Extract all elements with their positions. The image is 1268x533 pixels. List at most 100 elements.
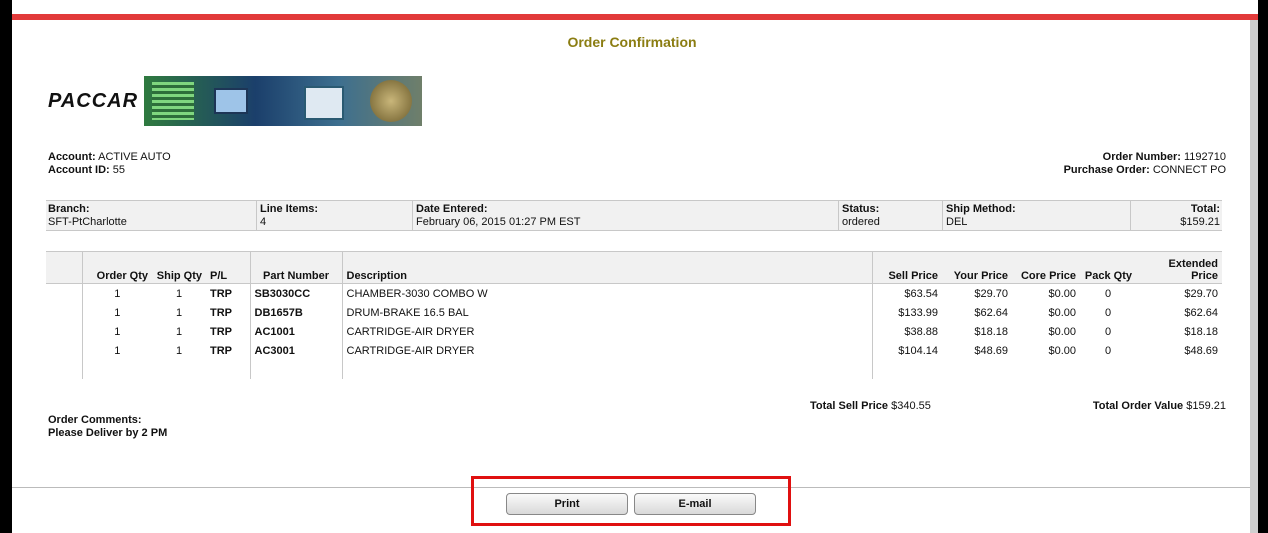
vertical-scrollbar[interactable]	[1250, 20, 1258, 533]
status-value: ordered	[842, 216, 880, 228]
pl-cell: TRP	[206, 283, 251, 303]
status-cell: Status: ordered	[842, 203, 880, 229]
table-row: 1 1 TRP AC1001 CARTRIDGE-AIR DRYER $38.8…	[46, 322, 1222, 341]
total-sell-label: Total Sell Price	[810, 400, 889, 412]
part-number-cell: DB1657B	[250, 303, 343, 322]
order-info: Order Number: 1192710 Purchase Order: CO…	[1064, 151, 1226, 177]
order-number-label: Order Number:	[1102, 151, 1181, 163]
your-price-cell: $29.70	[974, 287, 1008, 300]
branch-value: SFT-PtCharlotte	[48, 216, 127, 228]
date-entered-value: February 06, 2015 01:27 PM EST	[416, 216, 581, 228]
account-info: Account: ACTIVE AUTO Account ID: 55	[48, 151, 171, 177]
line-items-table: Order Qty Ship Qty P/L Part Number Descr…	[46, 251, 1222, 379]
description-cell: CHAMBER-3030 COMBO W	[342, 283, 873, 303]
sell-price-cell: $133.99	[898, 306, 938, 319]
account-id-label: Account ID:	[48, 164, 110, 176]
header-core-price: Core Price	[1012, 252, 1080, 284]
line-items-cell: Line Items: 4	[260, 203, 318, 229]
header-extended-price: Extended Price	[1136, 252, 1222, 284]
header-part-number: Part Number	[250, 252, 343, 284]
paccar-logo: PACCAR	[46, 76, 426, 126]
order-number-value: 1192710	[1183, 151, 1226, 163]
ship-qty-cell: 1	[175, 344, 183, 357]
branch-cell: Branch: SFT-PtCharlotte	[48, 203, 127, 229]
table-row: 1 1 TRP DB1657B DRUM-BRAKE 16.5 BAL $133…	[46, 303, 1222, 322]
ship-method-label: Ship Method:	[946, 203, 1016, 215]
order-summary-bar: Branch: SFT-PtCharlotte Line Items: 4 Da…	[46, 200, 1222, 231]
order-comments: Order Comments: Please Deliver by 2 PM	[48, 414, 167, 440]
header-order-qty: Order Qty	[82, 252, 152, 284]
line-items-value: 4	[260, 216, 267, 228]
total-order-value-label: Total Order Value	[1092, 400, 1184, 412]
header-sell-price: Sell Price	[872, 252, 942, 284]
header-ship-qty: Ship Qty	[152, 252, 206, 284]
extended-price-cell: $62.64	[1184, 306, 1218, 319]
sell-price-cell: $63.54	[904, 287, 938, 300]
branch-label: Branch:	[48, 203, 90, 215]
page-title: Order Confirmation	[567, 34, 697, 50]
order-comments-label: Order Comments:	[48, 414, 142, 426]
your-price-cell: $18.18	[974, 325, 1008, 338]
pl-cell: TRP	[206, 341, 251, 360]
order-qty-cell: 1	[114, 344, 121, 357]
ship-qty-cell: 1	[175, 287, 183, 300]
description-cell: DRUM-BRAKE 16.5 BAL	[342, 303, 873, 322]
pack-qty-cell: 0	[1104, 344, 1112, 357]
your-price-cell: $62.64	[974, 306, 1008, 319]
total-cell: Total: $159.21	[1180, 203, 1220, 229]
order-qty-cell: 1	[114, 287, 121, 300]
account-id-value: 55	[112, 164, 126, 176]
core-price-cell: $0.00	[1048, 325, 1076, 338]
header-pl: P/L	[206, 252, 251, 284]
brand-logo-text: PACCAR	[48, 90, 139, 112]
total-sell-price: Total Sell Price $340.55	[810, 400, 931, 412]
line-items-label: Line Items:	[260, 203, 319, 215]
pack-qty-cell: 0	[1104, 325, 1112, 338]
total-order-value: Total Order Value $159.21	[1093, 400, 1226, 412]
header-description: Description	[342, 252, 873, 284]
pl-cell: TRP	[206, 303, 251, 322]
part-number-cell: AC3001	[250, 341, 343, 360]
part-number-cell: SB3030CC	[250, 283, 343, 303]
core-price-cell: $0.00	[1048, 344, 1076, 357]
sell-price-cell: $104.14	[898, 344, 938, 357]
pack-qty-cell: 0	[1104, 306, 1112, 319]
description-cell: CARTRIDGE-AIR DRYER	[342, 322, 873, 341]
core-price-cell: $0.00	[1048, 287, 1076, 300]
print-button[interactable]: Print	[506, 493, 628, 515]
extended-price-cell: $29.70	[1184, 287, 1218, 300]
table-row: 1 1 TRP SB3030CC CHAMBER-3030 COMBO W $6…	[46, 283, 1222, 303]
ship-qty-cell: 1	[175, 306, 183, 319]
extended-price-cell: $48.69	[1184, 344, 1218, 357]
total-order-value-amount: $159.21	[1186, 400, 1226, 412]
date-entered-cell: Date Entered: February 06, 2015 01:27 PM…	[416, 203, 580, 229]
ship-qty-cell: 1	[175, 325, 183, 338]
total-value: $159.21	[1180, 216, 1220, 228]
account-label: Account:	[48, 151, 96, 163]
pack-qty-cell: 0	[1104, 287, 1112, 300]
account-value: ACTIVE AUTO	[98, 151, 171, 163]
top-accent-bar	[12, 14, 1258, 20]
header-your-price: Your Price	[942, 252, 1012, 284]
order-comments-text: Please Deliver by 2 PM	[48, 427, 168, 439]
order-qty-cell: 1	[114, 325, 121, 338]
status-label: Status:	[842, 203, 880, 215]
purchase-order-value: CONNECT PO	[1152, 164, 1226, 176]
part-number-cell: AC1001	[250, 322, 343, 341]
table-header-row: Order Qty Ship Qty P/L Part Number Descr…	[46, 252, 1222, 284]
header-extended-line1: Extended	[1168, 258, 1218, 270]
header-spacer	[46, 252, 83, 284]
description-cell: CARTRIDGE-AIR DRYER	[342, 341, 873, 360]
email-button[interactable]: E-mail	[634, 493, 756, 515]
table-row: 1 1 TRP AC3001 CARTRIDGE-AIR DRYER $104.…	[46, 341, 1222, 360]
total-label: Total:	[1190, 203, 1220, 215]
your-price-cell: $48.69	[974, 344, 1008, 357]
pl-cell: TRP	[206, 322, 251, 341]
order-confirmation-window: Order Confirmation PACCAR Account: ACTIV…	[12, 0, 1258, 533]
purchase-order-label: Purchase Order:	[1063, 164, 1150, 176]
header-pack-qty: Pack Qty	[1080, 252, 1136, 284]
date-entered-label: Date Entered:	[416, 203, 488, 215]
ship-method-cell: Ship Method: DEL	[946, 203, 1016, 229]
core-price-cell: $0.00	[1048, 306, 1076, 319]
header-extended-line2: Price	[1191, 270, 1218, 282]
